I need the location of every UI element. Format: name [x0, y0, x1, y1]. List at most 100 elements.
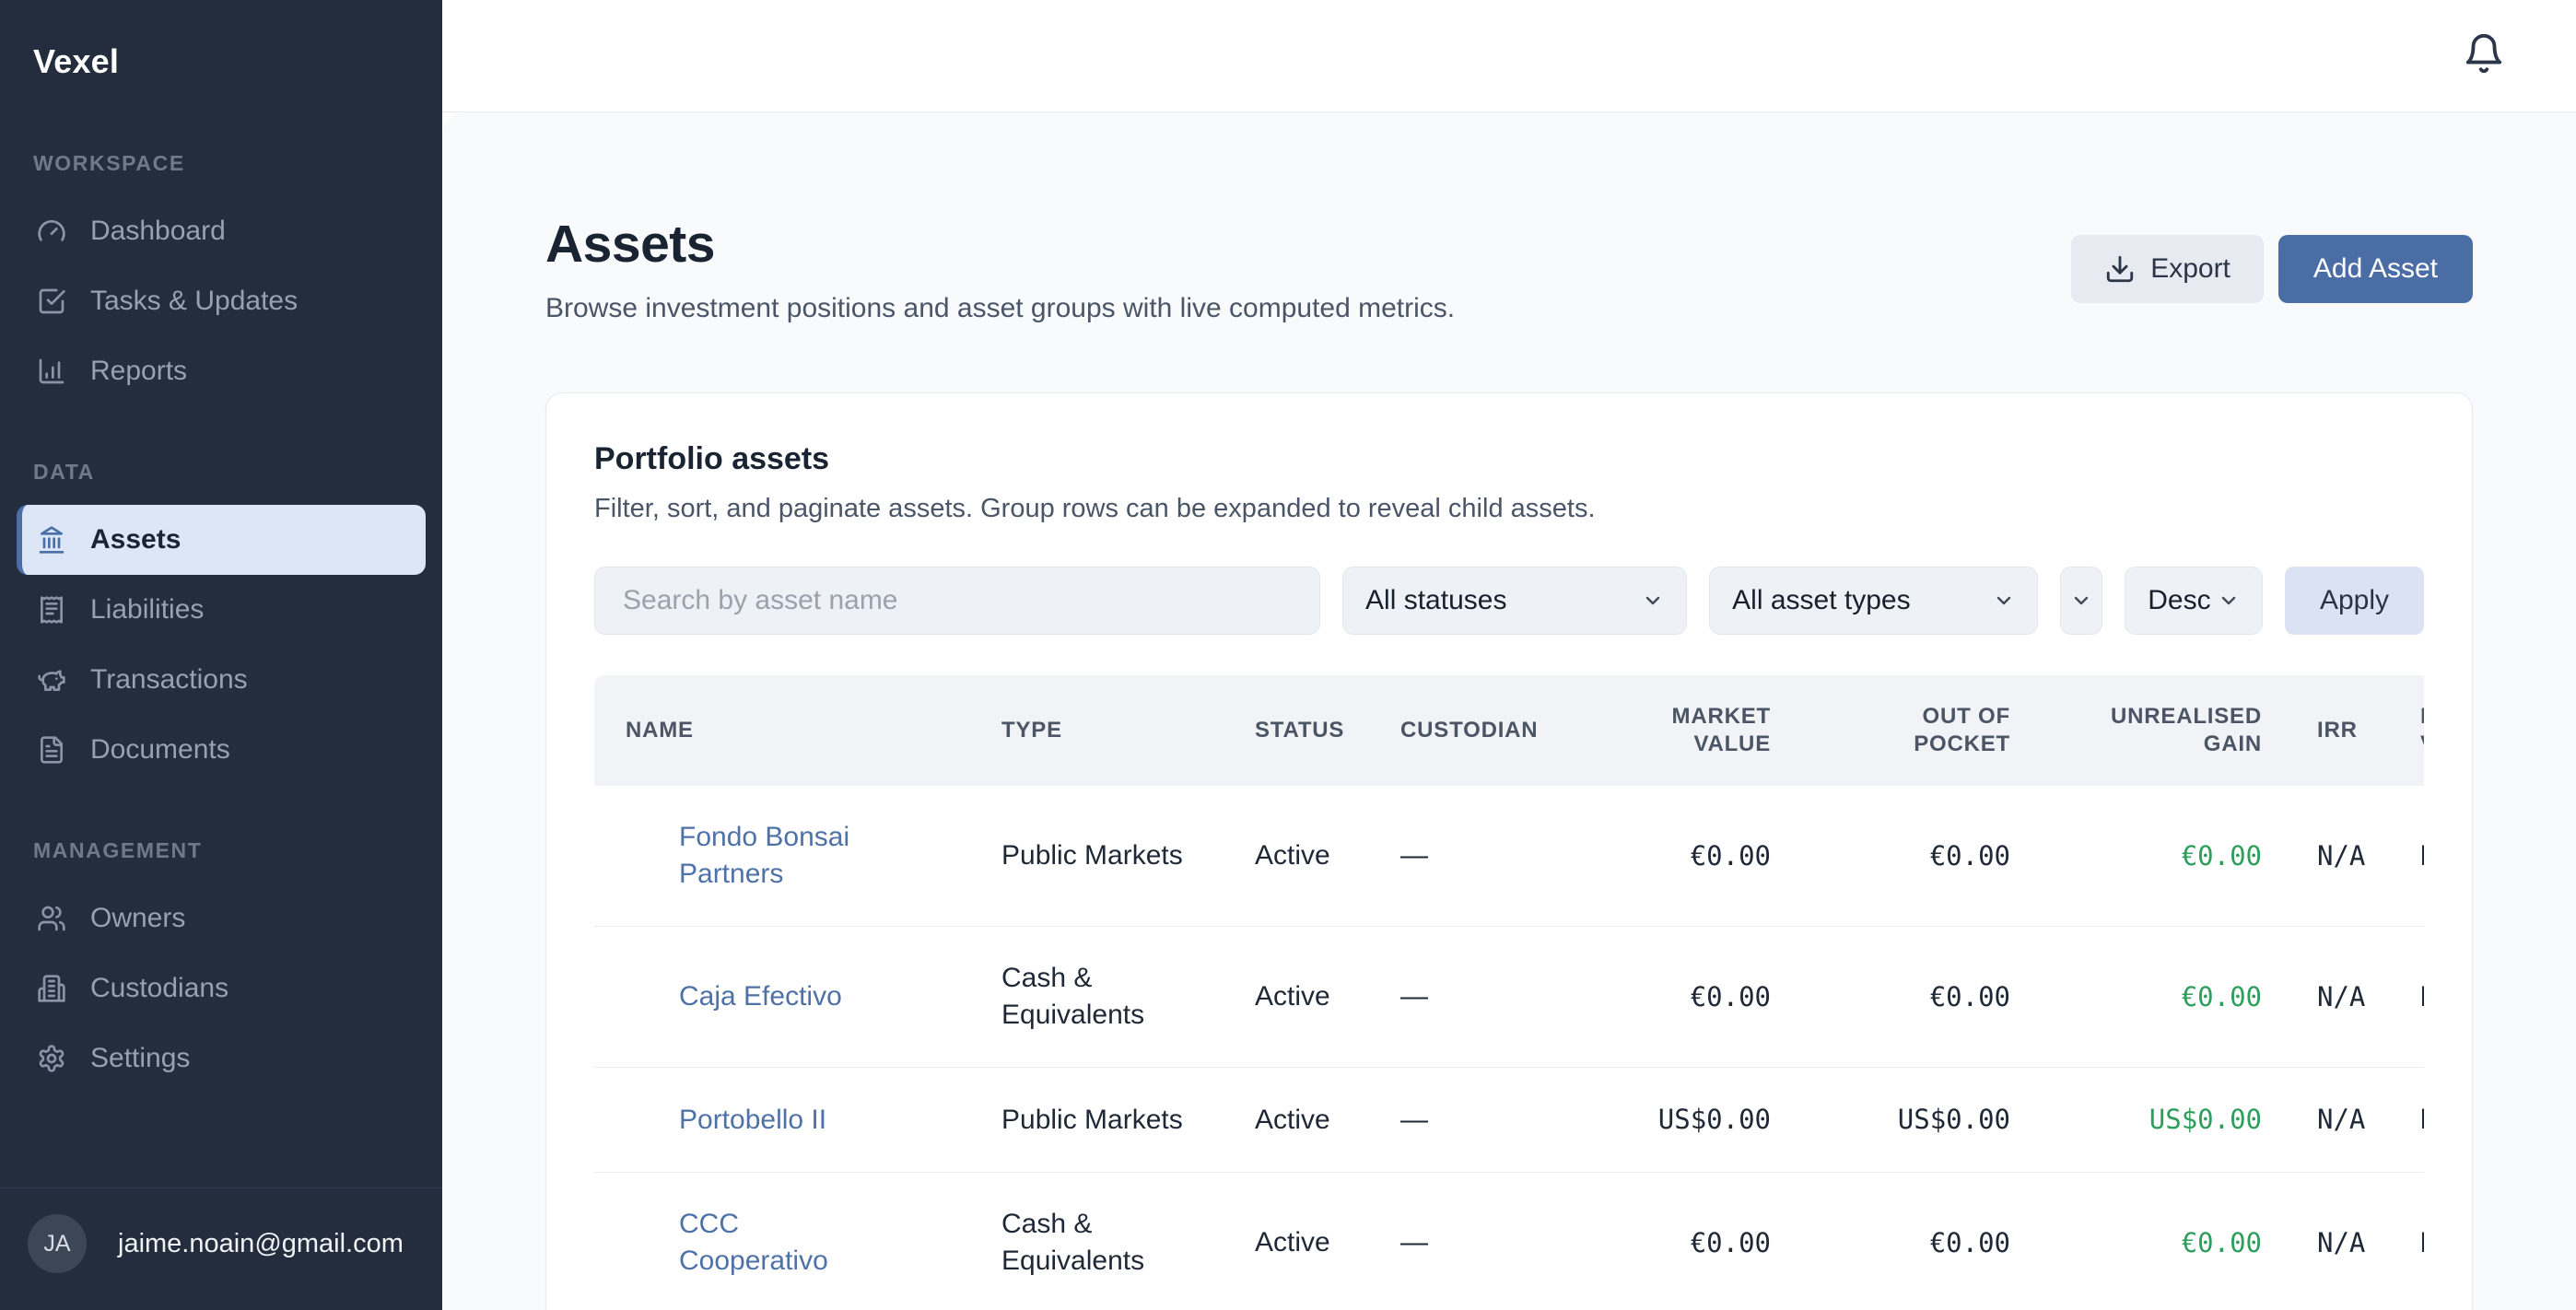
column-header-custodian: CUSTODIAN [1378, 675, 1590, 786]
add-asset-button[interactable]: Add Asset [2278, 235, 2473, 303]
cell-value: Public Markets [1001, 1102, 1183, 1139]
chevron-down-icon [1993, 590, 2015, 612]
column-header-unrealised-gain: UNREALISED GAIN [2032, 675, 2284, 786]
page-title: Assets [545, 214, 1455, 275]
column-header-label: MARKET VALUE [1660, 703, 1771, 758]
nav-section-label: DATA [17, 460, 426, 485]
column-header-label: NET VALUE [2420, 703, 2424, 758]
cell-unrealised-gain: €0.00 [2032, 1173, 2284, 1310]
sidebar-item-reports[interactable]: Reports [17, 336, 426, 406]
cell-value: Active [1255, 1105, 1330, 1135]
cell-net-value: N/A [2398, 927, 2424, 1068]
sidebar-item-label: Reports [90, 356, 187, 387]
cell-value: €0.00 [2182, 1227, 2262, 1258]
page-header: Assets Browse investment positions and a… [545, 214, 2473, 324]
column-header-type: TYPE [979, 675, 1233, 786]
sidebar-item-transactions[interactable]: Transactions [17, 645, 426, 715]
sidebar-item-label: Assets [90, 524, 181, 556]
assets-table-container: NAMETYPESTATUSCUSTODIANMARKET VALUEOUT O… [594, 675, 2424, 1310]
cell-irr: N/A [2284, 786, 2398, 927]
sidebar-item-custodians[interactable]: Custodians [17, 953, 426, 1023]
cell-value: Active [1255, 840, 1330, 871]
cell-value: €0.00 [1691, 981, 1771, 1012]
sidebar-item-liabilities[interactable]: Liabilities [17, 575, 426, 645]
user-menu[interactable]: JA jaime.noain@gmail.com [0, 1187, 442, 1310]
table-row: Fondo Bonsai Partners Public Markets Activ… [594, 786, 2424, 927]
table-body: Fondo Bonsai Partners Public Markets Activ… [594, 786, 2424, 1310]
nav-section-workspace: WORKSPACEDashboardTasks & UpdatesReports [17, 151, 426, 406]
cell-custodian: — [1378, 1068, 1590, 1173]
chevron-down-icon [2070, 590, 2092, 612]
cell-value: €0.00 [2182, 981, 2262, 1012]
sidebar-item-dashboard[interactable]: Dashboard [17, 196, 426, 266]
cell-value: N/A [2317, 1104, 2365, 1135]
sidebar-item-assets[interactable]: Assets [17, 505, 426, 575]
asset-name-link[interactable]: CCC Cooperativo [679, 1206, 868, 1280]
cell-value: — [1400, 981, 1428, 1012]
check-square-icon [37, 287, 66, 316]
column-header-label: TYPE [1001, 717, 1062, 744]
search-input[interactable] [594, 567, 1320, 635]
cell-value: €0.00 [1930, 840, 2010, 871]
portfolio-assets-card: Portfolio assets Filter, sort, and pagin… [545, 392, 2473, 1310]
asset-name-link[interactable]: Caja Efectivo [679, 978, 842, 1015]
column-header-label: CUSTODIAN [1400, 717, 1538, 744]
cell-out-of-pocket: €0.00 [1793, 786, 2032, 927]
cell-value: N/A [2317, 981, 2365, 1012]
column-header-net-value: NET VALUE [2398, 675, 2424, 786]
table-header-row: NAMETYPESTATUSCUSTODIANMARKET VALUEOUT O… [594, 675, 2424, 786]
sidebar-item-settings[interactable]: Settings [17, 1023, 426, 1094]
column-header-irr: IRR [2284, 675, 2398, 786]
page-content: Assets Browse investment positions and a… [442, 112, 2576, 1310]
cell-type: Public Markets [979, 1068, 1233, 1173]
sidebar-item-documents[interactable]: Documents [17, 715, 426, 785]
table-row: CCC CooperativoCash & EquivalentsActive—… [594, 1173, 2424, 1310]
apply-button[interactable]: Apply [2285, 567, 2424, 635]
sort-field-select[interactable] [2060, 567, 2102, 635]
asset-type-select[interactable]: All asset types [1709, 567, 2038, 635]
cell-value: N/A [2317, 1227, 2365, 1258]
cell-value: Cash & Equivalents [1001, 1206, 1200, 1280]
sidebar-item-label: Dashboard [90, 216, 226, 247]
export-button-label: Export [2150, 253, 2231, 285]
cell-status: Active [1233, 927, 1378, 1068]
cell-value: €0.00 [2182, 840, 2262, 871]
cell-custodian: — [1378, 927, 1590, 1068]
cell-value: — [1400, 840, 1428, 871]
sidebar-nav: WORKSPACEDashboardTasks & UpdatesReports… [0, 90, 442, 1187]
add-asset-button-label: Add Asset [2313, 253, 2438, 285]
cell-out-of-pocket: US$0.00 [1793, 1068, 2032, 1173]
status-select[interactable]: All statuses [1342, 567, 1687, 635]
sidebar: Vexel WORKSPACEDashboardTasks & UpdatesR… [0, 0, 442, 1310]
sidebar-item-owners[interactable]: Owners [17, 883, 426, 953]
main-area: Assets Browse investment positions and a… [442, 0, 2576, 1310]
sort-direction-select[interactable]: Desc [2125, 567, 2263, 635]
column-header-status: STATUS [1233, 675, 1378, 786]
cell-value: N/A [2420, 981, 2424, 1012]
file-text-icon [37, 735, 66, 765]
settings-icon [37, 1044, 66, 1073]
cell-status: Active [1233, 1068, 1378, 1173]
cell-value: €0.00 [1930, 981, 2010, 1012]
asset-name-link[interactable]: Portobello II [679, 1102, 826, 1139]
piggy-bank-icon [37, 665, 66, 695]
asset-name-link[interactable]: Fondo Bonsai Partners [679, 819, 868, 893]
cell-status: Active [1233, 1173, 1378, 1310]
cell-custodian: — [1378, 786, 1590, 927]
sort-direction-value: Desc [2148, 585, 2210, 616]
column-header-label: STATUS [1255, 717, 1344, 744]
notifications-button[interactable] [2458, 30, 2510, 82]
cell-value: Public Markets [1001, 837, 1183, 874]
cell-name: CCC Cooperativo [594, 1173, 979, 1310]
export-button[interactable]: Export [2071, 235, 2264, 303]
cell-value: N/A [2420, 1104, 2424, 1135]
cell-value: €0.00 [1691, 840, 1771, 871]
cell-type: Cash & Equivalents [979, 927, 1233, 1068]
cell-net-value: N/A [2398, 786, 2424, 927]
cell-name: Fondo Bonsai Partners [594, 786, 979, 927]
cell-value: US$0.00 [2149, 1104, 2262, 1135]
cell-market-value: €0.00 [1590, 927, 1793, 1068]
column-header-label: IRR [2317, 717, 2358, 744]
sidebar-item-tasks-updates[interactable]: Tasks & Updates [17, 266, 426, 336]
cell-value: — [1400, 1105, 1428, 1135]
